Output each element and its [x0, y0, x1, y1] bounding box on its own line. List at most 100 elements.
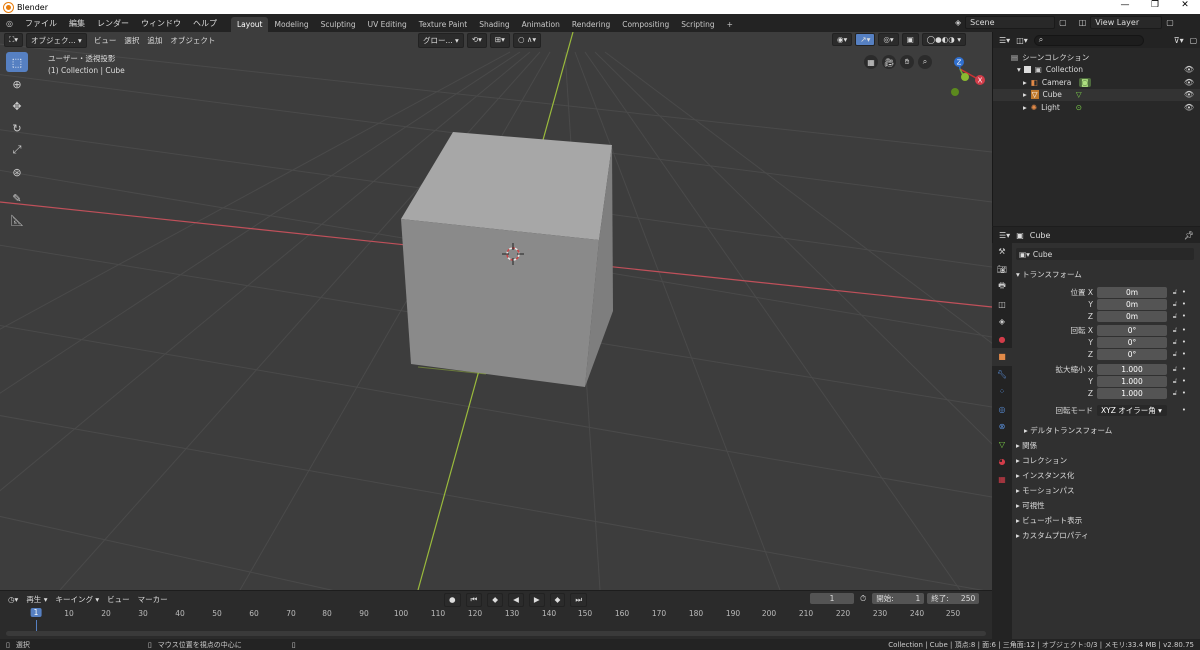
world-tab-icon[interactable]: ●	[992, 331, 1012, 349]
keyframe-dot-icon[interactable]: •	[1180, 288, 1188, 296]
expand-arrow-icon[interactable]: ▾	[1017, 65, 1021, 74]
menu-object[interactable]: オブジェクト	[166, 34, 219, 47]
outliner-item-collection[interactable]: ▾ ▣ Collection 👁︎	[993, 64, 1200, 77]
physics-tab-icon[interactable]: ◎	[992, 401, 1012, 419]
measure-tool-icon[interactable]: 📐︎	[6, 210, 28, 230]
outliner-scene-collection[interactable]: ▤ シーンコレクション	[993, 51, 1200, 64]
location-z-field[interactable]: 0m	[1097, 310, 1167, 322]
start-frame-field[interactable]: 開始: 1	[872, 593, 925, 604]
lock-icon[interactable]: 🔓︎	[1170, 377, 1180, 386]
visibility-icon[interactable]: ◉▾	[832, 33, 853, 46]
view-layer-field[interactable]: View Layer	[1090, 16, 1163, 29]
playhead-frame[interactable]: 1	[30, 608, 42, 617]
scale-tool-icon[interactable]: ⤢	[6, 140, 28, 160]
collection-checkbox[interactable]	[1023, 66, 1031, 74]
keyframe-dot-icon[interactable]: •	[1180, 377, 1188, 385]
constraints-tab-icon[interactable]: ⊗	[992, 418, 1012, 436]
current-frame-field[interactable]: 1	[810, 593, 854, 604]
rotation-y-field[interactable]: 0°	[1097, 336, 1167, 348]
jump-end-icon[interactable]: ⏭	[570, 593, 588, 607]
close-button[interactable]: ✕	[1170, 0, 1200, 10]
mode-select[interactable]: オブジェク... ▾	[26, 32, 87, 48]
gizmo-y-icon[interactable]	[961, 73, 969, 81]
pan-hand-icon[interactable]: ✋︎	[900, 55, 914, 69]
menu-add[interactable]: 追加	[143, 34, 166, 47]
output-tab-icon[interactable]: 🖶︎	[992, 278, 1012, 296]
keyframe-dot-icon[interactable]: •	[1180, 365, 1188, 373]
next-keyframe-icon[interactable]: ◆	[549, 593, 566, 607]
menu-playback[interactable]: 再生 ▾	[22, 593, 51, 606]
rotation-mode-select[interactable]: XYZ オイラー角 ▾	[1097, 404, 1167, 416]
view-layer-icon[interactable]: ◫	[1079, 18, 1087, 27]
transform-tool-icon[interactable]: ⊛	[6, 162, 28, 182]
overlay-icon[interactable]: ◎▾	[878, 33, 899, 46]
scale-x-field[interactable]: 1.000	[1097, 363, 1167, 375]
tab-layout[interactable]: Layout	[230, 17, 269, 32]
tab-animation[interactable]: Animation	[516, 17, 566, 32]
blender-menu-icon[interactable]: ◎	[0, 19, 19, 28]
location-x-field[interactable]: 0m	[1097, 286, 1167, 298]
texture-tab-icon[interactable]: ▦	[992, 471, 1012, 489]
scale-y-field[interactable]: 1.000	[1097, 375, 1167, 387]
tool-tab-icon[interactable]: ⚒	[992, 243, 1012, 261]
outliner-item-cube[interactable]: ▸ ▽ Cube ▽ 👁︎	[993, 88, 1200, 101]
zoom-icon[interactable]: ⌕	[918, 55, 932, 69]
menu-marker[interactable]: マーカー	[134, 593, 172, 606]
gizmo-neg-y-icon[interactable]	[951, 88, 959, 96]
timeline-scrollbar[interactable]	[6, 631, 986, 636]
filter-icon[interactable]: ⊽▾	[1174, 36, 1184, 45]
delta-transform-panel[interactable]: ▸ デルタトランスフォーム	[1024, 425, 1112, 436]
menu-help[interactable]: ヘルプ	[187, 18, 223, 29]
menu-keying[interactable]: キーイング ▾	[51, 593, 103, 606]
add-workspace-button[interactable]: +	[721, 17, 739, 32]
outliner-display-mode-icon[interactable]: ◫▾	[1016, 36, 1028, 45]
keyframe-dot-icon[interactable]: •	[1180, 406, 1188, 414]
rotation-x-field[interactable]: 0°	[1097, 324, 1167, 336]
keyframe-dot-icon[interactable]: •	[1180, 300, 1188, 308]
lock-icon[interactable]: 🔓︎	[1170, 312, 1180, 321]
pivot-icon[interactable]: ⟲▾	[466, 33, 487, 48]
lock-icon[interactable]: 🔓︎	[1170, 365, 1180, 374]
keyframe-dot-icon[interactable]: •	[1180, 326, 1188, 334]
material-tab-icon[interactable]: ◕	[992, 453, 1012, 471]
new-collection-icon[interactable]: ▢	[1190, 36, 1198, 45]
grid-icon[interactable]: ▦	[864, 55, 878, 69]
keyframe-dot-icon[interactable]: •	[1180, 389, 1188, 397]
jump-start-icon[interactable]: ⏮	[465, 593, 483, 607]
new-view-layer-icon[interactable]: ▢	[1166, 18, 1174, 27]
expand-arrow-icon[interactable]: ▸	[1023, 103, 1027, 112]
camera-view-icon[interactable]: 🎥︎	[882, 55, 896, 69]
eye-icon[interactable]: 👁︎	[1184, 90, 1194, 99]
play-icon[interactable]: ▶	[528, 593, 545, 607]
panel-collections[interactable]: ▸ コレクション	[1016, 455, 1067, 466]
snap-icon[interactable]: ⊞▾	[489, 33, 510, 48]
record-icon[interactable]: ●	[444, 593, 461, 607]
gizmo-toggle-icon[interactable]: ↗▾	[855, 33, 876, 46]
transform-panel-header[interactable]: ▾ トランスフォーム	[1016, 269, 1082, 280]
eye-icon[interactable]: 👁︎	[1184, 103, 1194, 112]
play-reverse-icon[interactable]: ◀	[508, 593, 524, 607]
cube-mesh[interactable]	[401, 132, 613, 387]
object-name-field[interactable]: ▣▾ Cube	[1016, 248, 1194, 260]
lock-icon[interactable]: 🔓︎	[1170, 288, 1180, 297]
maximize-button[interactable]: ❐	[1140, 0, 1170, 10]
modifier-tab-icon[interactable]: 🔧︎	[992, 366, 1012, 384]
proportional-edit-icon[interactable]: ○ ∧▾	[512, 33, 542, 48]
3d-viewport[interactable]: Z X	[0, 32, 992, 590]
menu-render[interactable]: レンダー	[91, 18, 135, 29]
menu-view[interactable]: ビュー	[90, 34, 121, 47]
prev-keyframe-icon[interactable]: ◆	[487, 593, 504, 607]
outliner-search-input[interactable]: ⌕	[1033, 34, 1144, 46]
render-tab-icon[interactable]: 📷︎	[992, 261, 1012, 279]
object-tab-icon[interactable]: ■	[992, 348, 1012, 366]
keyframe-dot-icon[interactable]: •	[1180, 350, 1188, 358]
keyframe-dot-icon[interactable]: •	[1180, 338, 1188, 346]
menu-file[interactable]: ファイル	[19, 18, 63, 29]
menu-select[interactable]: 選択	[120, 34, 143, 47]
annotate-tool-icon[interactable]: ✎	[6, 188, 28, 208]
data-tab-icon[interactable]: ▽	[992, 436, 1012, 454]
panel-visibility[interactable]: ▸ 可視性	[1016, 500, 1045, 511]
props-editor-type-icon[interactable]: ☰▾	[999, 231, 1010, 240]
outliner-editor-type-icon[interactable]: ☰▾	[999, 36, 1010, 45]
tab-modeling[interactable]: Modeling	[268, 17, 314, 32]
